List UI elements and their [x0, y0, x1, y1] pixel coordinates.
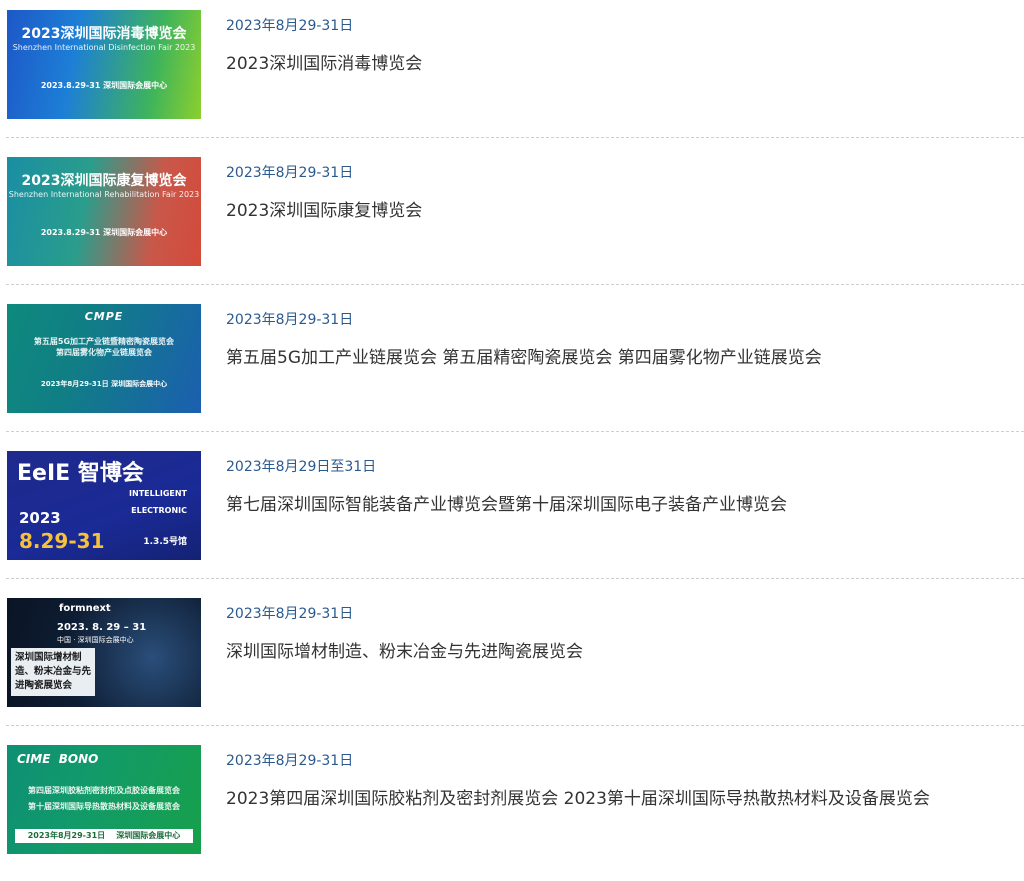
divider — [6, 137, 1024, 138]
exhibition-thumbnail[interactable]: EeIE 智博会 INTELLIGENT ELECTRONIC 2023 8.2… — [7, 451, 201, 560]
list-item: 2023深圳国际消毒博览会 Shenzhen International Dis… — [0, 0, 1024, 146]
list-item: CMPE 第五届5G加工产业链暨精密陶瓷展览会 第四届雾化物产业链展览会 202… — [0, 294, 1024, 440]
exhibition-title-link[interactable]: 2023第四届深圳国际胶粘剂及密封剂展览会 2023第十届深圳国际导热散热材料及… — [226, 784, 930, 809]
exhibition-date: 2023年8月29-31日 — [226, 18, 354, 34]
exhibition-date: 2023年8月29-31日 — [226, 165, 354, 181]
thumbnail-dates: 2023. 8. 29 – 31 — [57, 622, 147, 633]
exhibition-title-link[interactable]: 2023深圳国际康复博览会 — [226, 196, 422, 221]
thumbnail-line: ELECTRONIC — [131, 506, 187, 515]
list-item: formnext 2023. 8. 29 – 31 中国 · 深圳国际会展中心 … — [0, 588, 1024, 734]
exhibition-thumbnail[interactable]: formnext 2023. 8. 29 – 31 中国 · 深圳国际会展中心 … — [7, 598, 201, 707]
thumbnail-line: 第五届5G加工产业链暨精密陶瓷展览会 — [33, 337, 175, 346]
exhibition-thumbnail[interactable]: CMPE 第五届5G加工产业链暨精密陶瓷展览会 第四届雾化物产业链展览会 202… — [7, 304, 201, 413]
exhibition-thumbnail[interactable]: 2023深圳国际消毒博览会 Shenzhen International Dis… — [7, 10, 201, 119]
exhibition-title-link[interactable]: 第五届5G加工产业链展览会 第五届精密陶瓷展览会 第四届雾化物产业链展览会 — [226, 343, 822, 368]
exhibition-title-link[interactable]: 深圳国际增材制造、粉末冶金与先进陶瓷展览会 — [226, 637, 583, 662]
thumbnail-line: 第四届深圳胶粘剂密封剂及点胶设备展览会 — [28, 786, 180, 795]
thumbnail-line: 第十届深圳国际导热散热材料及设备展览会 — [28, 802, 180, 811]
thumbnail-footer: 2023.8.29-31 深圳国际会展中心 — [40, 228, 168, 237]
thumbnail-subtitle: Shenzhen International Rehabilitation Fa… — [8, 190, 200, 199]
divider — [6, 431, 1024, 432]
thumbnail-subtitle: Shenzhen International Disinfection Fair… — [12, 43, 196, 52]
list-item: EeIE 智博会 INTELLIGENT ELECTRONIC 2023 8.2… — [0, 441, 1024, 587]
divider — [6, 284, 1024, 285]
exhibition-title-link[interactable]: 2023深圳国际消毒博览会 — [226, 49, 422, 74]
divider — [6, 725, 1024, 726]
exhibition-thumbnail[interactable]: 2023深圳国际康复博览会 Shenzhen International Reh… — [7, 157, 201, 266]
thumbnail-title: 2023深圳国际消毒博览会 — [21, 26, 187, 42]
thumbnail-line: INTELLIGENT — [129, 489, 187, 498]
thumbnail-footer: 2023年8月29-31日 深圳国际会展中心 — [40, 380, 168, 388]
list-item: 2023深圳国际康复博览会 Shenzhen International Reh… — [0, 147, 1024, 293]
exhibition-date: 2023年8月29-31日 — [226, 753, 354, 769]
thumbnail-title-box: 深圳国际增材制造、粉末冶金与先进陶瓷展览会 — [11, 648, 95, 696]
list-item: CIME BONO 第四届深圳胶粘剂密封剂及点胶设备展览会 第十届深圳国际导热散… — [0, 735, 1024, 881]
thumbnail-venue: 中国 · 深圳国际会展中心 — [57, 636, 134, 644]
thumbnail-year: 2023 — [19, 509, 61, 527]
exhibition-date: 2023年8月29-31日 — [226, 606, 354, 622]
exhibition-date: 2023年8月29日至31日 — [226, 459, 377, 475]
thumbnail-title: 2023深圳国际康复博览会 — [21, 173, 187, 189]
thumbnail-hall: 1.3.5号馆 — [143, 537, 187, 547]
thumbnail-footer: 2023.8.29-31 深圳国际会展中心 — [40, 81, 168, 90]
exhibition-thumbnail[interactable]: CIME BONO 第四届深圳胶粘剂密封剂及点胶设备展览会 第十届深圳国际导热散… — [7, 745, 201, 854]
thumbnail-logo: CMPE — [84, 310, 124, 323]
thumbnail-line: 第四届雾化物产业链展览会 — [56, 348, 152, 357]
thumbnail-logo: formnext — [59, 603, 111, 614]
exhibition-date: 2023年8月29-31日 — [226, 312, 354, 328]
divider — [6, 578, 1024, 579]
thumbnail-logo: EeIE 智博会 — [17, 461, 144, 486]
thumbnail-logo: CIME BONO — [17, 752, 99, 766]
exhibition-title-link[interactable]: 第七届深圳国际智能装备产业博览会暨第十届深圳国际电子装备产业博览会 — [226, 490, 787, 515]
thumbnail-footer: 2023年8月29-31日 深圳国际会展中心 — [15, 829, 193, 843]
thumbnail-dates: 8.29-31 — [19, 529, 105, 553]
